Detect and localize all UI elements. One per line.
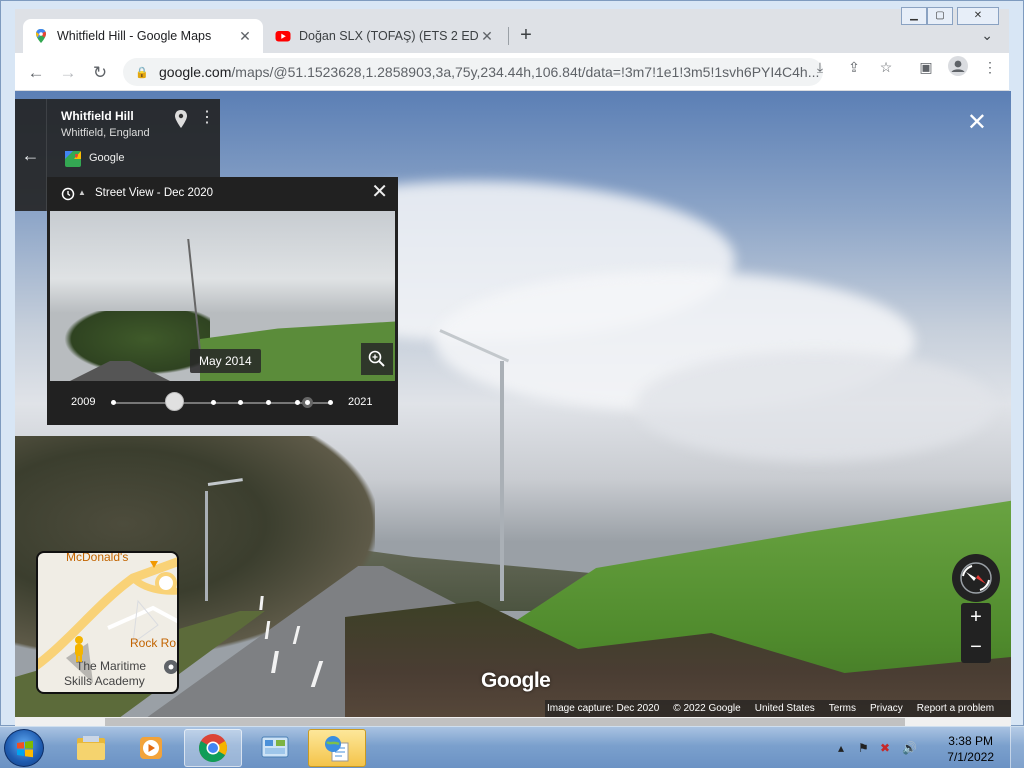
time-machine-panel: ▲ Street View - Dec 2020 ✕ May 2014 2009 — [47, 177, 398, 425]
compass-control[interactable] — [952, 554, 1000, 602]
reload-icon[interactable]: ↻ — [89, 62, 111, 84]
browser-toolbar: ← → ↻ 🔒 google.com/maps/@51.1523628,1.28… — [15, 53, 1009, 91]
zoom-out-button[interactable]: − — [961, 633, 991, 663]
image-capture-date: Image capture: Dec 2020 — [547, 703, 660, 714]
tab-close-icon[interactable]: ✕ — [237, 28, 253, 45]
minimap-label: Skills Academy — [64, 674, 145, 688]
tab-separator — [508, 27, 509, 45]
action-center-icon[interactable]: ⚑ — [858, 741, 869, 755]
current-capture-marker[interactable] — [302, 397, 313, 408]
tab-search-icon[interactable]: ⌄ — [981, 27, 993, 44]
collapse-caret-icon[interactable]: ▲ — [78, 188, 86, 197]
close-window-button[interactable]: ✕ — [957, 7, 999, 25]
chrome-icon — [199, 734, 227, 762]
country-link[interactable]: United States — [755, 703, 815, 714]
time-machine-title: Street View - Dec 2020 — [95, 187, 214, 199]
street-lamp — [500, 361, 504, 601]
clock-time: 3:38 PM — [948, 734, 993, 748]
report-problem-link[interactable]: Report a problem — [917, 703, 994, 714]
timeline-end-year: 2021 — [348, 396, 373, 408]
close-icon[interactable]: ✕ — [371, 182, 388, 202]
taskbar-network-app[interactable] — [308, 729, 366, 767]
more-options-icon[interactable]: ⋮ — [199, 110, 215, 126]
imagery-provider: Google — [89, 152, 125, 164]
zoom-control: + − — [961, 603, 991, 663]
show-desktop-button[interactable] — [1010, 727, 1024, 768]
taskbar-media-player[interactable] — [122, 729, 180, 767]
volume-icon[interactable]: 🔊 — [902, 741, 917, 755]
timeline-slider[interactable]: 2009 2021 — [47, 383, 398, 425]
clock[interactable]: 3:38 PM 7/1/2022 — [947, 733, 994, 765]
side-panel-icon[interactable]: ▣ — [915, 56, 937, 78]
share-icon[interactable]: ⇪ — [843, 56, 865, 78]
timeline-thumb[interactable] — [165, 392, 184, 411]
google-maps-logo-icon — [65, 151, 81, 167]
folder-icon — [77, 736, 105, 760]
taskbar-chrome[interactable] — [184, 729, 242, 767]
zoom-preview-button[interactable] — [361, 343, 393, 375]
tab-title: Whitfield Hill - Google Maps — [57, 29, 212, 43]
profile-avatar-icon[interactable] — [947, 56, 969, 78]
new-tab-button[interactable]: + — [515, 25, 537, 47]
privacy-link[interactable]: Privacy — [870, 703, 903, 714]
menu-dots-icon[interactable]: ⋮ — [979, 56, 1001, 78]
tab-close-icon[interactable]: ✕ — [479, 28, 495, 45]
tab-google-maps[interactable]: Whitfield Hill - Google Maps ✕ — [23, 19, 263, 53]
maximize-button[interactable]: ▢ — [927, 7, 953, 25]
place-name[interactable]: Whitfield Hill — [61, 109, 134, 123]
copyright: © 2022 Google — [673, 703, 741, 714]
street-view-pane[interactable]: ← Whitfield Hill Whitfield, England ⋮ Go… — [15, 91, 1011, 717]
browser-window: ▁ ▢ ✕ Whitfield Hill - Google Maps ✕ Doğ… — [0, 0, 1024, 727]
timeline-start-year: 2009 — [71, 396, 96, 408]
url-path: /maps/@51.1523628,1.2858903,3a,75y,234.4… — [231, 64, 820, 80]
install-icon[interactable]: ⤓ — [809, 56, 831, 78]
scrollbar-thumb[interactable] — [105, 718, 905, 726]
zoom-in-button[interactable]: + — [961, 603, 991, 633]
history-clock-icon[interactable] — [61, 187, 75, 201]
back-arrow-icon[interactable]: ← — [15, 99, 47, 211]
bookmark-star-icon[interactable]: ☆ — [875, 56, 897, 78]
google-maps-icon — [36, 29, 46, 43]
globe-document-icon — [325, 736, 349, 762]
map-pin-icon[interactable] — [174, 110, 188, 128]
taskbar-control-panel[interactable] — [246, 729, 304, 767]
minimap-label: The Maritime — [76, 659, 147, 673]
zoom-in-magnifier-icon — [368, 350, 385, 367]
url-text: google.com/maps/@51.1523628,1.2858903,3a… — [159, 64, 819, 80]
system-tray: ▴ ⚑ ✖ 🔊 3:38 PM 7/1/2022 — [834, 727, 1024, 768]
clock-date: 7/1/2022 — [947, 750, 994, 764]
tab-youtube[interactable]: Doğan SLX (TOFAŞ) (ETS 2 EDİT) ( ✕ — [265, 19, 505, 53]
minimize-button[interactable]: ▁ — [901, 7, 927, 25]
windows-logo-icon — [17, 740, 33, 758]
terms-link[interactable]: Terms — [829, 703, 856, 714]
pegman-icon[interactable] — [72, 635, 86, 663]
network-icon[interactable]: ✖ — [880, 741, 890, 755]
historical-preview-image[interactable]: May 2014 — [50, 211, 395, 381]
google-logo: Google — [481, 669, 551, 692]
place-subtitle: Whitfield, England — [61, 127, 150, 139]
start-button[interactable] — [4, 729, 44, 767]
forward-icon[interactable]: → — [57, 62, 79, 84]
tab-strip: ▁ ▢ ✕ Whitfield Hill - Google Maps ✕ Doğ… — [15, 7, 1009, 53]
control-panel-icon — [261, 736, 289, 758]
time-machine-header: ▲ Street View - Dec 2020 ✕ — [47, 177, 398, 211]
media-player-icon — [140, 737, 162, 759]
close-street-view-icon[interactable]: ✕ — [967, 111, 987, 135]
back-icon[interactable]: ← — [25, 62, 47, 84]
tab-title: Doğan SLX (TOFAŞ) (ETS 2 EDİT) ( — [299, 29, 479, 43]
address-bar[interactable]: 🔒 google.com/maps/@51.1523628,1.2858903,… — [123, 58, 823, 86]
minimap-label: Rock Ro — [130, 636, 177, 650]
compass-icon — [960, 562, 992, 594]
taskbar: ▴ ⚑ ✖ 🔊 3:38 PM 7/1/2022 — [0, 726, 1024, 768]
tray-expand-icon[interactable]: ▴ — [838, 741, 844, 755]
minimap-label: McDonald's — [66, 551, 129, 564]
map-footer: Image capture: Dec 2020 © 2022 Google Un… — [545, 700, 1011, 717]
url-host: google.com — [159, 64, 232, 80]
lock-icon[interactable]: 🔒 — [135, 66, 149, 79]
preview-date-label: May 2014 — [190, 349, 261, 373]
youtube-icon — [275, 31, 291, 42]
taskbar-explorer[interactable] — [62, 729, 120, 767]
minimap[interactable]: McDonald's Rock Ro The Maritime Skills A… — [36, 551, 179, 694]
